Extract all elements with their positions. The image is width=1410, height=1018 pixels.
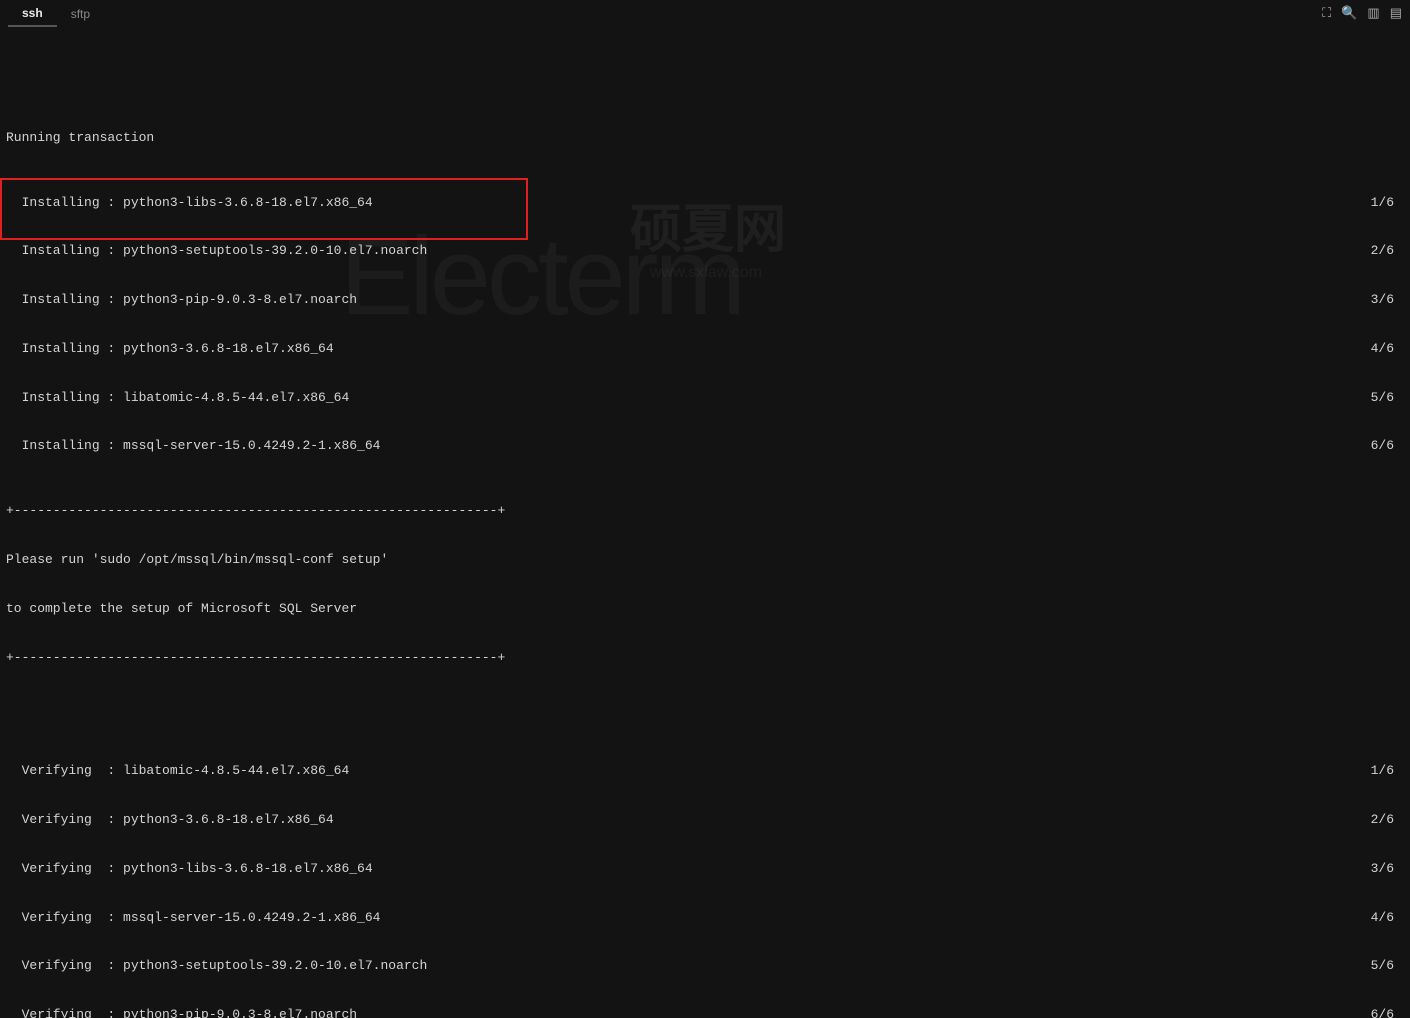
msg-box-line: Please run 'sudo /opt/mssql/bin/mssql-co… (6, 552, 1404, 568)
install-line: Installing : python3-libs-3.6.8-18.el7.x… (6, 195, 1371, 211)
install-count: 6/6 (1371, 438, 1404, 454)
verify-line: Verifying : python3-pip-9.0.3-8.el7.noar… (6, 1007, 1371, 1018)
install-count: 2/6 (1371, 243, 1404, 259)
verify-count: 1/6 (1371, 763, 1404, 779)
verify-line: Verifying : mssql-server-15.0.4249.2-1.x… (6, 910, 1371, 926)
split-vertical-icon[interactable]: ▥ (1367, 6, 1379, 22)
install-line: Installing : python3-pip-9.0.3-8.el7.noa… (6, 292, 1371, 308)
verify-count: 3/6 (1371, 861, 1404, 877)
tab-bar: ssh sftp ⛶ 🔍 ▥ ▤ (0, 0, 1410, 28)
fullscreen-icon[interactable]: ⛶ (1322, 6, 1331, 22)
msg-box-line: to complete the setup of Microsoft SQL S… (6, 601, 1404, 617)
verify-line: Verifying : libatomic-4.8.5-44.el7.x86_6… (6, 763, 1371, 779)
split-horizontal-icon[interactable]: ▤ (1390, 6, 1402, 22)
msg-box-bottom: +---------------------------------------… (6, 650, 1404, 666)
tab-sftp[interactable]: sftp (57, 3, 104, 26)
verify-count: 4/6 (1371, 910, 1404, 926)
terminal-output[interactable]: Electerm 硕夏网 www.sxiaw.com Running trans… (0, 28, 1410, 1018)
verify-count: 5/6 (1371, 958, 1404, 974)
msg-box-top: +---------------------------------------… (6, 503, 1404, 519)
install-line: Installing : libatomic-4.8.5-44.el7.x86_… (6, 390, 1371, 406)
verify-line: Verifying : python3-libs-3.6.8-18.el7.x8… (6, 861, 1371, 877)
install-line: Installing : python3-3.6.8-18.el7.x86_64 (6, 341, 1371, 357)
verify-count: 2/6 (1371, 812, 1404, 828)
blank-line (6, 698, 1404, 714)
running-transaction: Running transaction (6, 130, 1404, 146)
verify-count: 6/6 (1371, 1007, 1404, 1018)
search-icon[interactable]: 🔍 (1341, 6, 1357, 22)
install-count: 4/6 (1371, 341, 1404, 357)
install-count: 1/6 (1371, 195, 1404, 211)
watermark-brand: Electerm (340, 208, 742, 346)
verify-line: Verifying : python3-3.6.8-18.el7.x86_64 (6, 812, 1371, 828)
toolbar-icons: ⛶ 🔍 ▥ ▤ (1322, 6, 1402, 22)
install-line: Installing : mssql-server-15.0.4249.2-1.… (6, 438, 1371, 454)
verify-line: Verifying : python3-setuptools-39.2.0-10… (6, 958, 1371, 974)
tab-ssh[interactable]: ssh (8, 2, 57, 27)
install-line: Installing : python3-setuptools-39.2.0-1… (6, 243, 1371, 259)
watermark-url: www.sxiaw.com (650, 263, 762, 283)
install-count: 3/6 (1371, 292, 1404, 308)
install-count: 5/6 (1371, 390, 1404, 406)
